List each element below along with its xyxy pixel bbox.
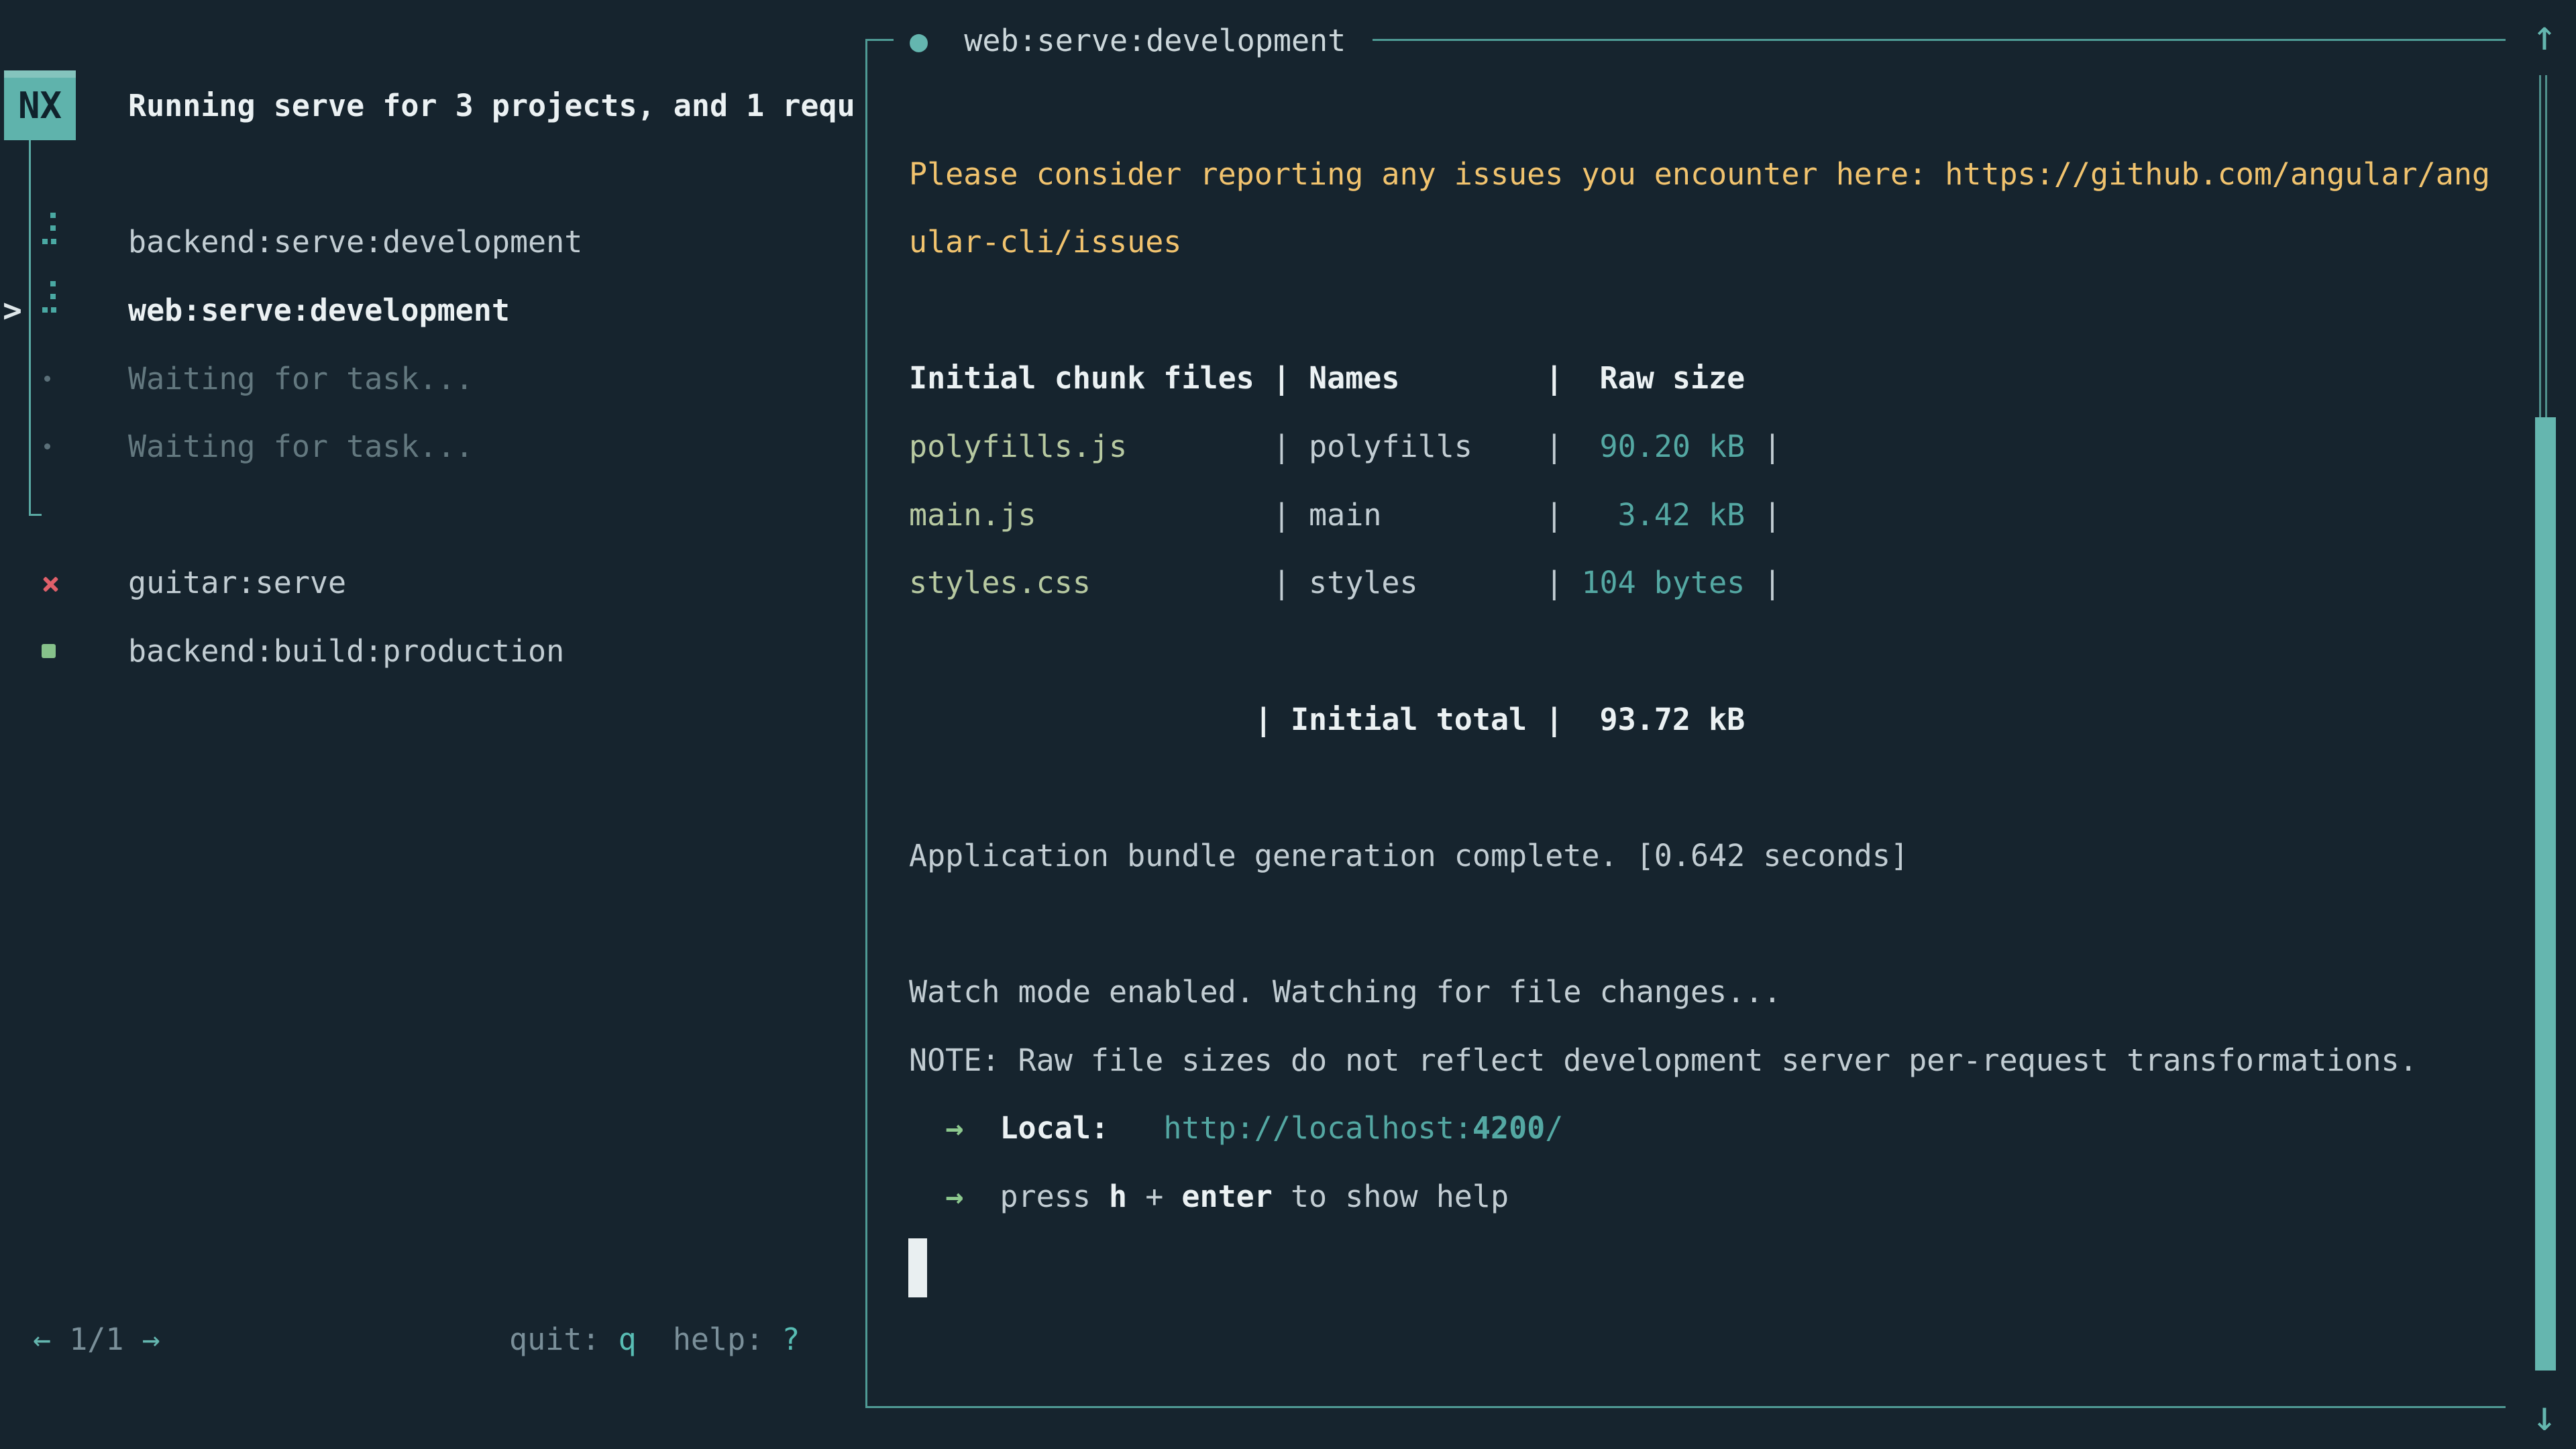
text-segment: enter <box>1181 1179 1272 1214</box>
text-segment: styles.css <box>909 565 1091 600</box>
waiting-dot-icon <box>44 443 50 449</box>
panel-border-left <box>865 39 867 1408</box>
scrollbar-track[interactable] <box>2539 75 2547 417</box>
spinner-dot <box>51 239 56 244</box>
text-segment: | <box>1745 429 1781 464</box>
waiting-dot-icon <box>44 376 50 382</box>
panel-border-bottom <box>865 1406 2506 1408</box>
keyboard-hints: quit: q help: ? <box>509 1305 800 1374</box>
terminal-line: Watch mode enabled. Watching for file ch… <box>909 958 1781 1026</box>
sidebar-task-backend-build[interactable]: backend:build:production <box>128 617 564 686</box>
page-prev-arrow[interactable]: ← <box>33 1322 51 1357</box>
spinner-dot <box>42 239 48 244</box>
text-segment: Initial chunk files | Names | Raw size <box>909 360 1745 396</box>
spinner-dot <box>50 294 56 299</box>
text-segment: → <box>945 1110 963 1146</box>
text-segment: polyfills.js <box>909 429 1127 464</box>
text-segment: → <box>945 1179 963 1214</box>
panel-border-top <box>1373 39 2506 41</box>
success-square-icon <box>42 644 56 658</box>
spacer <box>637 1322 673 1357</box>
spinner-dot <box>42 307 48 313</box>
spacer <box>600 1322 618 1357</box>
text-segment: 90.20 kB <box>1581 429 1745 464</box>
nx-tui-screen: { "app": { "badge": "NX", "title": "Runn… <box>0 0 2576 1449</box>
quit-key: q <box>619 1322 637 1357</box>
terminal-line: → Local: http://localhost:4200/ <box>909 1094 1563 1163</box>
terminal-cursor <box>908 1238 927 1297</box>
spinner-dot <box>50 213 56 218</box>
text-segment: Watch mode enabled. Watching for file ch… <box>909 974 1781 1010</box>
text-segment: to show help <box>1273 1179 1509 1214</box>
page-count: 1/1 <box>69 1322 123 1357</box>
task-group-connector-corner <box>29 514 42 516</box>
nx-logo: NX <box>4 70 76 140</box>
terminal-line: polyfills.js | polyfills | 90.20 kB | <box>909 413 1781 481</box>
spinner-dot <box>51 307 56 313</box>
help-label: help: <box>673 1322 763 1357</box>
spacer <box>928 23 964 58</box>
text-segment: Local: <box>1000 1110 1109 1146</box>
scroll-down-arrow-icon[interactable]: ↓ <box>2526 1386 2563 1446</box>
app-title: Running serve for 3 projects, and 1 requ <box>128 72 863 140</box>
text-segment: | <box>1745 565 1781 600</box>
failed-cross-icon <box>40 574 60 594</box>
terminal-line: main.js | main | 3.42 kB | <box>909 481 1781 549</box>
text-segment <box>909 1110 945 1146</box>
text-segment: | polyfills | <box>1127 429 1581 464</box>
text-segment: 4200 <box>1472 1110 1545 1146</box>
text-segment: + <box>1127 1179 1181 1214</box>
text-segment: Please consider reporting any issues you… <box>909 156 2490 192</box>
sidebar-task-web-serve-selected[interactable]: web:serve:development <box>128 276 510 345</box>
text-segment: Application bundle generation complete. … <box>909 838 1909 873</box>
terminal-line: Please consider reporting any issues you… <box>909 140 2490 209</box>
page-next-arrow[interactable]: → <box>142 1322 160 1357</box>
text-segment: main.js <box>909 497 1036 533</box>
spinner-icon <box>40 278 58 313</box>
text-segment: | styles | <box>1091 565 1582 600</box>
terminal-line: | Initial total | 93.72 kB <box>909 686 1745 754</box>
running-status-dot-icon: ● <box>910 23 928 58</box>
text-segment: 104 bytes <box>1581 565 1745 600</box>
text-segment <box>909 1179 945 1214</box>
terminal-line: → press h + enter to show help <box>909 1163 1509 1231</box>
page-indicator <box>51 1322 69 1357</box>
spacer <box>123 1322 142 1357</box>
text-segment: 3.42 kB <box>1581 497 1745 533</box>
spinner-icon <box>40 210 58 245</box>
scroll-up-arrow-icon[interactable]: ↑ <box>2526 5 2563 66</box>
spinner-dot <box>50 281 56 286</box>
text-segment: / <box>1545 1110 1563 1146</box>
sidebar-task-waiting-2[interactable]: Waiting for task... <box>128 413 474 481</box>
terminal-line: Application bundle generation complete. … <box>909 822 1909 890</box>
selected-task-arrow: > <box>3 276 36 345</box>
panel-title: ● web:serve:development <box>910 7 1346 75</box>
text-segment: press <box>963 1179 1109 1214</box>
spinner-dot <box>50 225 56 231</box>
text-segment <box>1109 1110 1163 1146</box>
terminal-line: Initial chunk files | Names | Raw size <box>909 344 1745 413</box>
quit-label: quit: <box>509 1322 600 1357</box>
terminal-line: styles.css | styles | 104 bytes | <box>909 549 1781 617</box>
sidebar-task-guitar-serve[interactable]: guitar:serve <box>128 549 346 617</box>
spacer <box>763 1322 782 1357</box>
scrollbar-thumb[interactable] <box>2535 417 2556 1371</box>
panel-border-top-corner <box>865 39 894 41</box>
text-segment: ular-cli/issues <box>909 224 1181 260</box>
text-segment: NOTE: Raw file sizes do not reflect deve… <box>909 1042 2418 1078</box>
text-segment: | main | <box>1036 497 1582 533</box>
text-segment: | Initial total | 93.72 kB <box>909 702 1745 737</box>
panel-title-text: web:serve:development <box>964 23 1346 58</box>
text-segment <box>963 1110 1000 1146</box>
sidebar-task-backend-serve[interactable]: backend:serve:development <box>128 208 582 276</box>
text-segment: | <box>1745 497 1781 533</box>
text-segment: h <box>1109 1179 1127 1214</box>
help-key: ? <box>782 1322 800 1357</box>
text-segment: http://localhost: <box>1163 1110 1472 1146</box>
terminal-line: NOTE: Raw file sizes do not reflect deve… <box>909 1026 2418 1095</box>
pagination: ← 1/1 → <box>33 1305 160 1374</box>
terminal-line: ular-cli/issues <box>909 208 1181 276</box>
sidebar-task-waiting-1[interactable]: Waiting for task... <box>128 345 474 413</box>
